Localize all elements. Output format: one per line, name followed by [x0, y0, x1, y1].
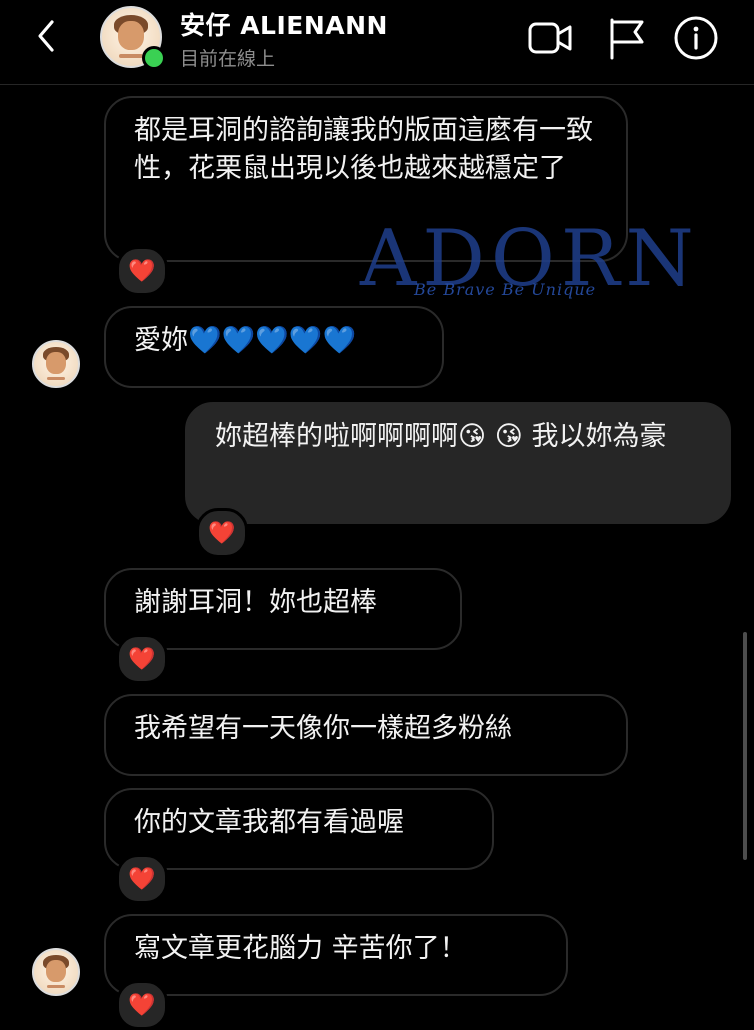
- watermark-tagline: Be Brave Be Unique: [414, 280, 597, 299]
- heart-reaction[interactable]: ❤️: [116, 634, 168, 684]
- sender-avatar[interactable]: [32, 948, 80, 996]
- message-text: 妳超棒的啦啊啊啊啊😘 😘 我以妳為豪: [215, 421, 667, 452]
- active-status: 目前在線上: [180, 48, 276, 70]
- flag-icon: [610, 18, 644, 60]
- chat-header: 安仔 ALIENANN 目前在線上: [0, 0, 754, 85]
- chevron-left-icon: [38, 20, 54, 52]
- scrollbar[interactable]: [743, 632, 747, 860]
- info-icon: [674, 16, 718, 60]
- heart-reaction[interactable]: ❤️: [196, 508, 248, 558]
- heart-reaction[interactable]: ❤️: [116, 246, 168, 296]
- message-bubble-incoming[interactable]: 我希望有一天像你一樣超多粉絲: [104, 694, 628, 776]
- video-call-button[interactable]: [526, 14, 574, 62]
- heart-reaction[interactable]: ❤️: [116, 980, 168, 1030]
- back-button[interactable]: [30, 16, 70, 56]
- message-text: 都是耳洞的諮詢讓我的版面這麼有一致性，花栗鼠出現以後也越來越穩定了: [134, 115, 593, 184]
- message-bubble-incoming[interactable]: 你的文章我都有看過喔: [104, 788, 494, 870]
- message-bubble-incoming[interactable]: 寫文章更花腦力 辛苦你了！: [104, 914, 568, 996]
- contact-name[interactable]: 安仔 ALIENANN: [180, 6, 388, 42]
- heart-icon: ❤️: [128, 258, 156, 284]
- message-text: 愛妳💙💙💙💙💙: [134, 325, 357, 356]
- message-bubble-incoming[interactable]: 愛妳💙💙💙💙💙: [104, 306, 444, 388]
- message-text: 謝謝耳洞！妳也超棒: [134, 587, 377, 618]
- message-text: 你的文章我都有看過喔: [134, 807, 404, 838]
- heart-icon: ❤️: [128, 992, 156, 1018]
- message-bubble-outgoing[interactable]: 妳超棒的啦啊啊啊啊😘 😘 我以妳為豪: [185, 402, 731, 524]
- video-camera-icon: [528, 22, 572, 54]
- report-button[interactable]: [602, 14, 650, 62]
- heart-icon: ❤️: [128, 646, 156, 672]
- message-bubble-incoming[interactable]: 都是耳洞的諮詢讓我的版面這麼有一致性，花栗鼠出現以後也越來越穩定了: [104, 96, 628, 262]
- heart-reaction[interactable]: ❤️: [116, 854, 168, 904]
- info-button[interactable]: [672, 14, 720, 62]
- heart-icon: ❤️: [128, 866, 156, 892]
- heart-icon: ❤️: [208, 520, 236, 546]
- message-text: 我希望有一天像你一樣超多粉絲: [134, 713, 512, 744]
- online-status-dot: [142, 46, 166, 70]
- sender-avatar[interactable]: [32, 340, 80, 388]
- message-text: 寫文章更花腦力 辛苦你了！: [134, 933, 467, 964]
